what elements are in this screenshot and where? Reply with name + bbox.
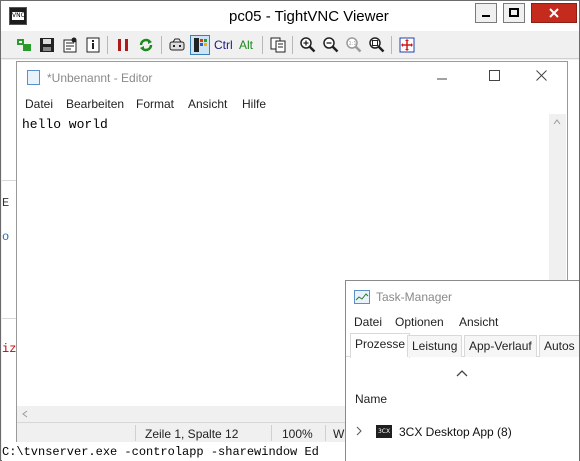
new-connection-icon (17, 39, 31, 51)
maximize-icon (509, 8, 519, 17)
task-manager-icon (354, 290, 370, 304)
ctrl-alt-del-icon (169, 38, 185, 51)
vnc-toolbar: Ctrl Alt 1:1 (1, 31, 579, 59)
pause-icon (118, 39, 128, 51)
minimize-button[interactable] (475, 3, 497, 23)
menu-format[interactable]: Format (136, 97, 174, 111)
toolbar-separator (107, 36, 108, 54)
full-screen-button[interactable] (397, 35, 417, 55)
redacted-hostname (191, 7, 229, 25)
new-connection-button[interactable] (14, 35, 34, 55)
notepad-maximize-icon[interactable] (489, 70, 500, 81)
menu-hilfe[interactable]: Hilfe (242, 97, 266, 111)
background-command-line: C:\tvnserver.exe -controlapp -sharewindo… (2, 445, 319, 459)
zoom-in-button[interactable] (298, 35, 318, 55)
scroll-left-arrow-icon[interactable] (22, 410, 28, 418)
zoom-in-icon (300, 37, 316, 53)
save-connection-button[interactable] (37, 35, 57, 55)
notepad-minimize-icon[interactable] (437, 74, 447, 84)
close-icon (549, 8, 559, 18)
menu-bearbeiten[interactable]: Bearbeiten (66, 97, 124, 111)
zoom-100-button[interactable]: 1:1 (344, 35, 364, 55)
tightvnc-app-icon[interactable]: VNC (9, 7, 27, 25)
tab-leistung[interactable]: Leistung (407, 335, 463, 357)
scroll-up-arrow-icon[interactable] (553, 119, 561, 125)
notepad-close-icon[interactable] (536, 70, 547, 81)
sort-ascending-icon[interactable] (456, 369, 468, 377)
maximize-button[interactable] (503, 3, 525, 23)
zoom-fit-icon (369, 37, 385, 53)
toolbar-separator (391, 36, 392, 54)
clipboard-icon (270, 37, 286, 53)
3cx-app-icon: 3CX (376, 425, 392, 438)
process-row[interactable]: 3CX 3CX Desktop App (8) (346, 413, 579, 461)
toolbar-separator (161, 36, 162, 54)
zoom-out-icon (323, 37, 339, 53)
notepad-title: *Unbenannt - Editor (47, 71, 153, 85)
remote-desktop-view[interactable]: E o iz C:\tvnserver.exe -controlapp -sha… (2, 60, 579, 461)
background-separator (2, 180, 16, 181)
tab-autostart[interactable]: Autos (539, 335, 579, 357)
alt-key-toggle[interactable]: Alt (239, 38, 253, 52)
zoom-100-icon: 1:1 (346, 37, 362, 53)
task-manager-tabs: Prozesse Leistung App-Verlauf Autos (346, 333, 579, 358)
status-divider (135, 425, 136, 441)
notepad-title-bar[interactable]: *Unbenannt - Editor (17, 62, 567, 92)
zoom-fit-button[interactable] (367, 35, 387, 55)
menu-ansicht[interactable]: Ansicht (188, 97, 227, 111)
vnc-title-bar[interactable]: VNC pc05 - TightVNC Viewer (1, 1, 579, 31)
clipboard-transfer-button[interactable] (268, 35, 288, 55)
toolbar-separator (292, 36, 293, 54)
notepad-content: hello world (22, 117, 108, 132)
task-manager-window[interactable]: Task-Manager Datei Optionen Ansicht Proz… (345, 280, 579, 461)
menu-datei[interactable]: Datei (25, 97, 53, 111)
notepad-menu-bar: Datei Bearbeiten Format Ansicht Hilfe (17, 92, 567, 114)
zoom-out-button[interactable] (321, 35, 341, 55)
background-text-fragment: o (2, 230, 10, 244)
status-cursor-position: Zeile 1, Spalte 12 (145, 427, 239, 441)
tab-app-verlauf[interactable]: App-Verlauf (464, 335, 537, 357)
ctrl-key-toggle[interactable]: Ctrl (214, 38, 233, 52)
svg-text:1:1: 1:1 (349, 41, 357, 47)
start-menu-icon (194, 38, 207, 52)
options-icon (63, 37, 77, 53)
info-icon (86, 37, 100, 53)
close-button[interactable] (531, 3, 577, 23)
ctrl-alt-del-button[interactable] (167, 35, 187, 55)
tab-prozesse[interactable]: Prozesse (350, 333, 411, 358)
status-divider (271, 425, 272, 441)
column-header-name[interactable]: Name (355, 392, 387, 406)
win-key-button[interactable] (190, 35, 210, 55)
minimize-icon (482, 15, 490, 17)
tm-menu-optionen[interactable]: Optionen (395, 315, 444, 329)
tm-menu-ansicht[interactable]: Ansicht (459, 315, 498, 329)
connection-info-button[interactable] (83, 35, 103, 55)
save-icon (40, 38, 54, 52)
activity-graph-icon (355, 293, 369, 301)
expand-chevron-icon[interactable] (356, 426, 362, 436)
tightvnc-viewer-window: VNC pc05 - TightVNC Viewer Ctrl Alt 1:1 … (0, 0, 580, 461)
task-manager-title: Task-Manager (376, 290, 453, 304)
full-screen-icon (399, 37, 415, 53)
refresh-button[interactable] (136, 35, 156, 55)
background-separator (2, 318, 16, 319)
background-text-fragment: iz (2, 342, 17, 356)
process-name: 3CX Desktop App (8) (399, 425, 512, 439)
status-zoom: 100% (282, 427, 313, 441)
tm-menu-datei[interactable]: Datei (354, 315, 382, 329)
options-button[interactable] (60, 35, 80, 55)
pause-button[interactable] (113, 35, 133, 55)
toolbar-separator (262, 36, 263, 54)
notepad-icon (27, 70, 40, 85)
background-text-fragment: E (2, 196, 10, 210)
status-divider (325, 425, 326, 441)
refresh-icon (139, 38, 153, 52)
vnc-window-title: pc05 - TightVNC Viewer (229, 8, 389, 25)
